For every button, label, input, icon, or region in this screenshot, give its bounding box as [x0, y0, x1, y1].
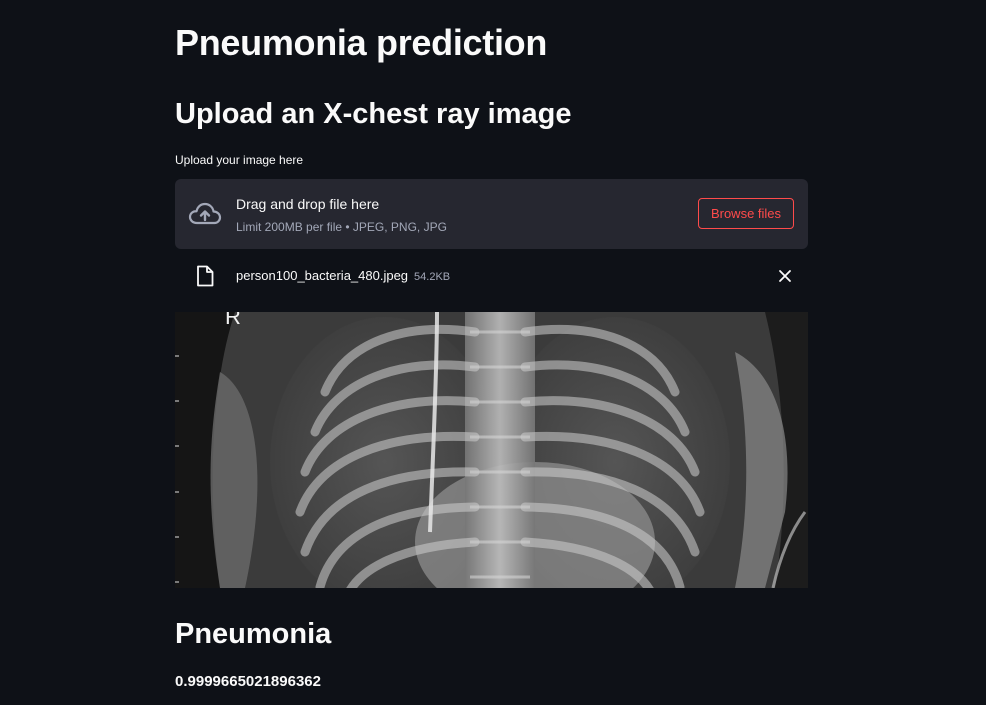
cloud-upload-icon: [188, 200, 222, 228]
file-size: 54.2KB: [414, 271, 451, 283]
file-name-text: person100_bacteria_480.jpeg: [236, 268, 409, 283]
uploaded-file-row: person100_bacteria_480.jpeg 54.2KB: [175, 257, 808, 295]
prediction-label: Pneumonia: [175, 618, 332, 650]
uploaded-file-name: person100_bacteria_480.jpeg 54.2KB: [236, 268, 450, 283]
page-title: Pneumonia prediction: [175, 22, 548, 63]
file-icon: [196, 265, 214, 287]
dropzone-limit-text: Limit 200MB per file • JPEG, PNG, JPG: [236, 220, 447, 234]
prediction-score: 0.9999665021896362: [175, 673, 321, 690]
close-icon[interactable]: [777, 268, 793, 284]
dropzone-instruction: Drag and drop file here: [236, 196, 380, 212]
xray-side-marker: R: [225, 312, 241, 329]
page-subtitle: Upload an X-chest ray image: [175, 98, 572, 130]
upload-label: Upload your image here: [175, 153, 304, 167]
file-dropzone[interactable]: Drag and drop file here Limit 200MB per …: [175, 179, 808, 249]
browse-files-button[interactable]: Browse files: [698, 198, 794, 229]
xray-image: R: [175, 312, 808, 588]
